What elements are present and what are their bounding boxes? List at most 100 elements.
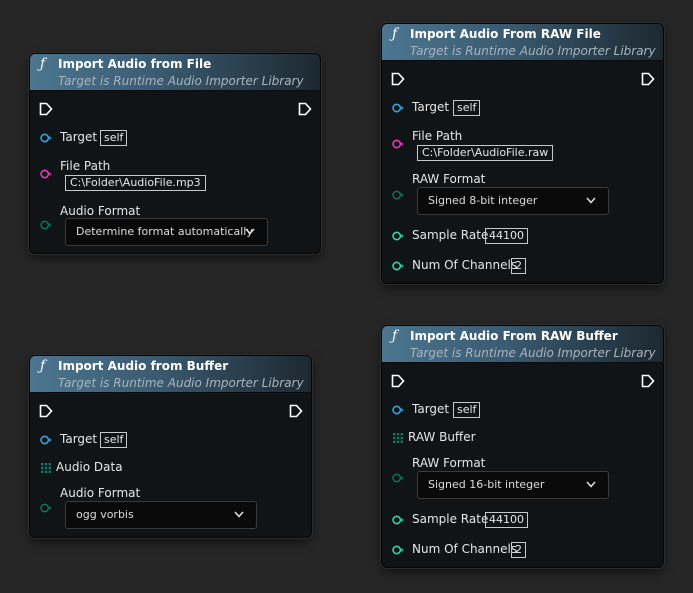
audio-format-pin-row: Audio Format ogg vorbis [30, 486, 311, 530]
array-pin-icon[interactable] [41, 463, 51, 473]
file-path-pin-row: File Path C:\Folder\AudioFile.mp3 [30, 159, 320, 200]
file-path-label: File Path [60, 159, 111, 173]
target-pin-row: Target self [382, 96, 663, 120]
exec-row [30, 97, 320, 121]
exec-in-pin-icon[interactable] [391, 374, 405, 388]
int-pin-icon[interactable] [392, 230, 404, 242]
array-pin-icon[interactable] [393, 433, 403, 443]
exec-out-pin-icon[interactable] [289, 404, 303, 418]
node-import-audio-from-raw-buffer[interactable]: ƒ Import Audio From RAW Buffer Target is… [381, 325, 664, 568]
node-title: Import Audio From RAW File [410, 27, 601, 41]
target-label: Target [60, 432, 98, 446]
audio-format-label: Audio Format [60, 486, 141, 500]
int-pin-icon[interactable] [392, 260, 404, 272]
int-pin-icon[interactable] [392, 514, 404, 526]
audio-data-pin-row: Audio Data [30, 456, 311, 480]
raw-buffer-label: RAW Buffer [408, 430, 476, 444]
node-subtitle: Target is Runtime Audio Importer Library [58, 376, 304, 390]
num-channels-pin-row: Num Of Channels 2 [382, 538, 663, 562]
string-pin-icon[interactable] [392, 138, 404, 150]
object-pin-icon[interactable] [392, 404, 404, 416]
exec-out-pin-icon[interactable] [641, 374, 655, 388]
num-channels-label: Num Of Channels [412, 258, 518, 272]
target-self-value: self [100, 130, 128, 146]
audio-format-dropdown[interactable]: Determine format automatically [65, 218, 268, 246]
target-pin-row: Target self [382, 398, 663, 422]
sample-rate-label: Sample Rate [412, 512, 489, 526]
audio-format-pin-row: Audio Format Determine format automatica… [30, 204, 320, 246]
audio-format-label: Audio Format [60, 204, 141, 218]
target-pin-row: Target self [30, 126, 320, 150]
file-path-label: File Path [412, 129, 463, 143]
target-pin-row: Target self [30, 428, 311, 452]
chevron-down-icon [245, 228, 255, 235]
raw-format-selected: Signed 8-bit integer [428, 194, 538, 207]
exec-row [382, 369, 663, 393]
file-path-input[interactable]: C:\Folder\AudioFile.mp3 [65, 175, 206, 191]
enum-pin-icon[interactable] [40, 502, 52, 514]
num-channels-input[interactable]: 2 [511, 258, 526, 274]
file-path-pin-row: File Path C:\Folder\AudioFile.raw [382, 129, 663, 170]
node-title: Import Audio From RAW Buffer [410, 329, 618, 343]
exec-row [382, 67, 663, 91]
node-import-audio-from-raw-file[interactable]: ƒ Import Audio From RAW File Target is R… [381, 23, 664, 284]
object-pin-icon[interactable] [392, 102, 404, 114]
node-header[interactable]: ƒ Import Audio from Buffer Target is Run… [30, 356, 311, 393]
enum-pin-icon[interactable] [392, 472, 404, 484]
sample-rate-input[interactable]: 44100 [485, 512, 528, 528]
target-label: Target [60, 130, 98, 144]
node-subtitle: Target is Runtime Audio Importer Library [410, 44, 656, 58]
num-channels-label: Num Of Channels [412, 542, 518, 556]
sample-rate-pin-row: Sample Rate 44100 [382, 224, 663, 248]
object-pin-icon[interactable] [40, 132, 52, 144]
num-channels-pin-row: Num Of Channels 2 [382, 254, 663, 278]
raw-format-dropdown[interactable]: Signed 16-bit integer [417, 471, 609, 499]
target-self-value: self [453, 100, 481, 116]
function-icon: ƒ [392, 26, 398, 42]
file-path-input[interactable]: C:\Folder\AudioFile.raw [417, 145, 554, 161]
node-header[interactable]: ƒ Import Audio From RAW File Target is R… [382, 24, 663, 61]
function-icon: ƒ [40, 358, 46, 374]
node-import-audio-from-file[interactable]: ƒ Import Audio from File Target is Runti… [29, 53, 321, 254]
exec-out-pin-icon[interactable] [298, 102, 312, 116]
node-subtitle: Target is Runtime Audio Importer Library [58, 74, 304, 88]
raw-format-label: RAW Format [412, 456, 486, 470]
node-title: Import Audio from Buffer [58, 359, 229, 373]
target-self-value: self [453, 402, 481, 418]
num-channels-input[interactable]: 2 [511, 542, 526, 558]
exec-out-pin-icon[interactable] [641, 72, 655, 86]
node-title: Import Audio from File [58, 57, 212, 71]
target-self-value: self [100, 432, 128, 448]
object-pin-icon[interactable] [40, 434, 52, 446]
audio-data-label: Audio Data [56, 460, 123, 474]
audio-format-dropdown[interactable]: ogg vorbis [65, 501, 257, 529]
raw-format-pin-row: RAW Format Signed 16-bit integer [382, 456, 663, 500]
enum-pin-icon[interactable] [40, 219, 52, 231]
raw-format-dropdown[interactable]: Signed 8-bit integer [417, 187, 609, 215]
string-pin-icon[interactable] [40, 168, 52, 180]
node-header[interactable]: ƒ Import Audio from File Target is Runti… [30, 54, 320, 91]
sample-rate-label: Sample Rate [412, 228, 489, 242]
sample-rate-input[interactable]: 44100 [485, 228, 528, 244]
target-label: Target [412, 100, 450, 114]
function-icon: ƒ [40, 56, 46, 72]
exec-in-pin-icon[interactable] [39, 404, 53, 418]
raw-format-selected: Signed 16-bit integer [428, 478, 545, 491]
chevron-down-icon [234, 511, 244, 518]
node-header[interactable]: ƒ Import Audio From RAW Buffer Target is… [382, 326, 663, 363]
chevron-down-icon [586, 197, 596, 204]
target-label: Target [412, 402, 450, 416]
raw-format-label: RAW Format [412, 172, 486, 186]
audio-format-selected: Determine format automatically [76, 225, 253, 238]
blueprint-graph[interactable]: { "nodes": { "import_file": { "icon": "f… [0, 0, 693, 593]
raw-buffer-pin-row: RAW Buffer [382, 426, 663, 450]
exec-in-pin-icon[interactable] [391, 72, 405, 86]
node-import-audio-from-buffer[interactable]: ƒ Import Audio from Buffer Target is Run… [29, 355, 312, 538]
int-pin-icon[interactable] [392, 544, 404, 556]
raw-format-pin-row: RAW Format Signed 8-bit integer [382, 172, 663, 216]
enum-pin-icon[interactable] [392, 189, 404, 201]
function-icon: ƒ [392, 328, 398, 344]
exec-in-pin-icon[interactable] [39, 102, 53, 116]
sample-rate-pin-row: Sample Rate 44100 [382, 508, 663, 532]
node-subtitle: Target is Runtime Audio Importer Library [410, 346, 656, 360]
